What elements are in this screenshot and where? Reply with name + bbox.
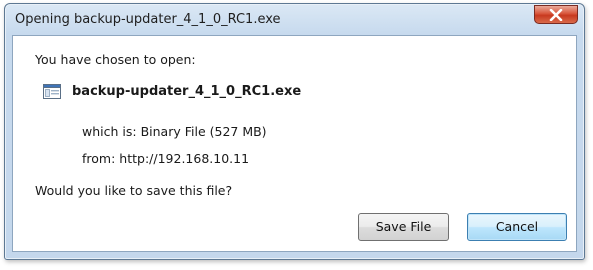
close-button[interactable] [534,5,578,24]
executable-file-icon [43,84,61,99]
file-source-row: from: http://192.168.10.11 [82,151,249,166]
window-title: Opening backup-updater_4_1_0_RC1.exe [15,12,281,27]
cancel-button[interactable]: Cancel [467,213,567,241]
close-x-icon [549,8,563,21]
file-source-value: http://192.168.10.11 [119,151,250,166]
file-type-value: Binary File (527 MB) [140,124,267,139]
which-is-label: which is: [82,124,137,139]
from-label: from: [82,151,116,166]
file-name: backup-updater_4_1_0_RC1.exe [72,84,302,99]
download-dialog-window: Opening backup-updater_4_1_0_RC1.exe You… [4,3,585,260]
file-row: backup-updater_4_1_0_RC1.exe [43,84,301,99]
save-question: Would you like to save this file? [35,183,233,198]
title-bar[interactable]: Opening backup-updater_4_1_0_RC1.exe [5,4,584,34]
save-file-button[interactable]: Save File [358,213,449,241]
file-type-row: which is: Binary File (527 MB) [82,124,267,139]
dialog-body: You have chosen to open: backup-updater_… [12,35,577,252]
open-prompt: You have chosen to open: [35,52,196,67]
